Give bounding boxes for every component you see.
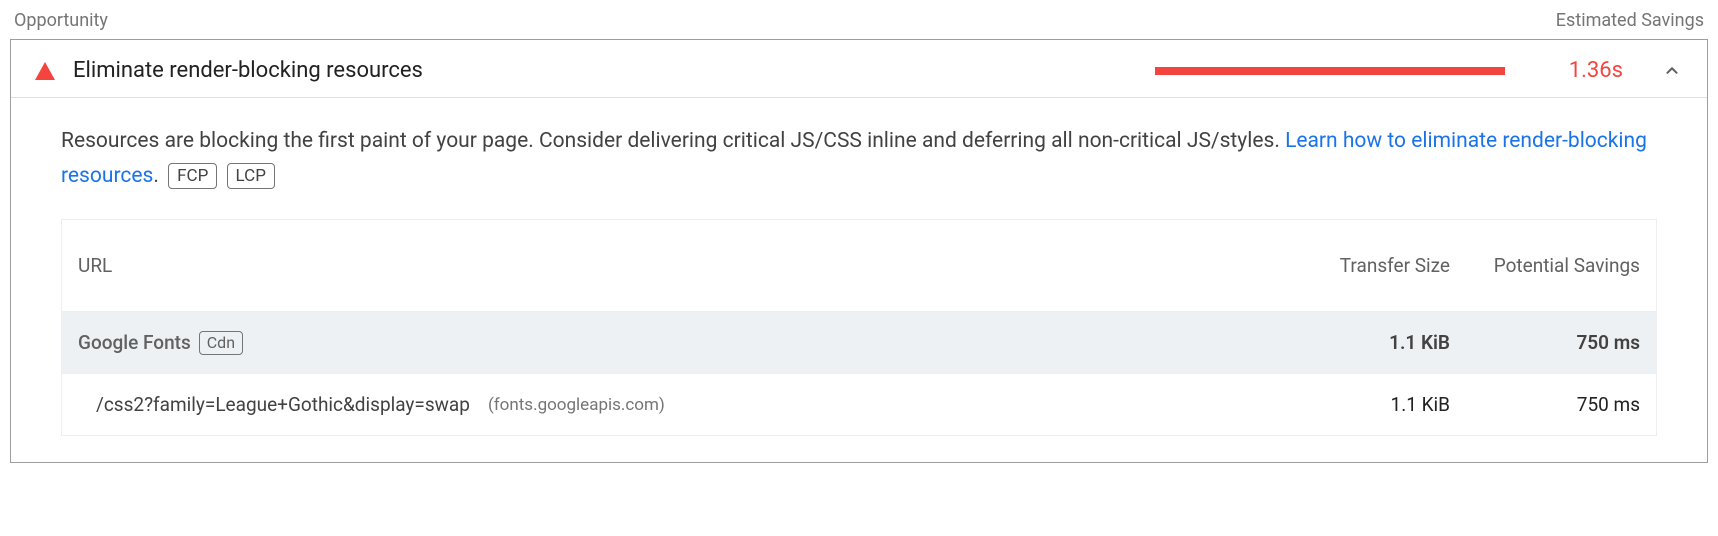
fail-triangle-icon: [35, 62, 55, 80]
table-header-row: URL Transfer Size Potential Savings: [62, 220, 1656, 312]
description-text: Resources are blocking the first paint o…: [61, 129, 1285, 153]
resource-host: (fonts.googleapis.com): [488, 395, 665, 415]
metric-chip-fcp: FCP: [168, 163, 217, 189]
description-post: .: [153, 164, 159, 188]
row-savings-cell: 750 ms: [1450, 393, 1640, 416]
savings-bar: [1155, 67, 1505, 75]
row-url-cell: /css2?family=League+Gothic&display=swap …: [78, 393, 1270, 416]
group-url-cell: Google Fonts Cdn: [78, 331, 1270, 355]
metric-chip-lcp: LCP: [227, 163, 275, 189]
cdn-tag: Cdn: [199, 331, 243, 355]
opportunity-header-label: Opportunity: [14, 10, 108, 31]
col-header-savings: Potential Savings: [1450, 252, 1640, 280]
col-header-url: URL: [78, 254, 1270, 277]
audit-card: Eliminate render-blocking resources 1.36…: [10, 39, 1708, 463]
table-group-row: Google Fonts Cdn 1.1 KiB 750 ms: [62, 312, 1656, 374]
audit-description: Resources are blocking the first paint o…: [61, 124, 1657, 193]
savings-value: 1.36s: [1563, 58, 1623, 83]
audit-body: Resources are blocking the first paint o…: [11, 97, 1707, 462]
group-transfer-cell: 1.1 KiB: [1270, 331, 1450, 354]
col-header-transfer: Transfer Size: [1270, 254, 1450, 277]
audit-title: Eliminate render-blocking resources: [73, 58, 423, 83]
resource-path: /css2?family=League+Gothic&display=swap: [96, 393, 470, 416]
chevron-up-icon[interactable]: [1661, 60, 1683, 82]
column-headers: Opportunity Estimated Savings: [10, 10, 1708, 39]
audit-header[interactable]: Eliminate render-blocking resources 1.36…: [11, 40, 1707, 97]
estimated-savings-header-label: Estimated Savings: [1556, 10, 1704, 31]
row-transfer-cell: 1.1 KiB: [1270, 393, 1450, 416]
group-label: Google Fonts: [78, 331, 191, 354]
table-row: /css2?family=League+Gothic&display=swap …: [62, 374, 1656, 436]
resources-table: URL Transfer Size Potential Savings Goog…: [61, 219, 1657, 436]
group-savings-cell: 750 ms: [1450, 331, 1640, 354]
